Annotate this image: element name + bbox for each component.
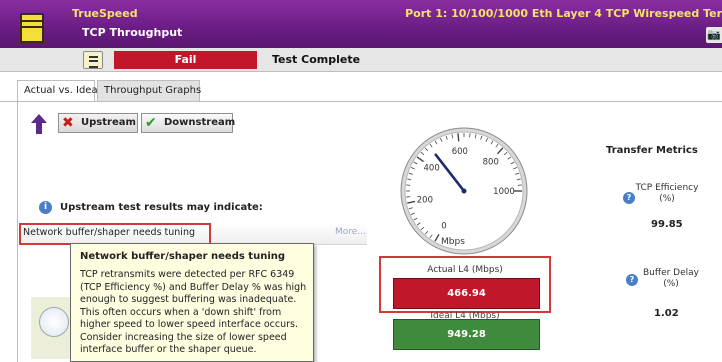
status-bar: Fail Test Complete [0,48,722,72]
gauge-button-icon[interactable] [39,307,69,337]
gauge-unit-label: Mbps [441,237,465,247]
downstream-label: Downstream [164,117,236,128]
result-highlight-box [19,223,211,245]
upstream-button[interactable]: ✖ Upstream [58,113,138,133]
gauge-tick-label: 200 [417,195,433,205]
tab-throughput-graphs[interactable]: Throughput Graphs [97,80,201,102]
gauge-tick [457,133,460,142]
green-check-icon: ✔ [145,115,157,131]
status-message: Test Complete [272,53,361,66]
ideal-l4-value: 949.28 [393,319,540,350]
gauge-tick-label: 400 [424,163,440,173]
gauge-tick-label: 0 [441,222,446,232]
tooltip-title: Network buffer/shaper needs tuning [80,251,286,262]
info-icon: i [39,201,52,214]
more-link[interactable]: More... [335,227,366,237]
gauge-tick-label: 1000 [493,187,515,197]
camera-icon[interactable]: 📷 [706,27,722,43]
tab-actual-vs-ideal[interactable]: Actual vs. Ideal [17,80,100,103]
tooltip-body: TCP retransmits were detected per RFC 63… [80,269,307,355]
up-arrow-icon[interactable] [31,114,47,134]
app-header: TrueSpeed TCP Throughput Port 1: 10/100/… [0,0,722,48]
gauge-tick-label: 600 [452,147,468,157]
tooltip-popup: Network buffer/shaper needs tuning TCP r… [70,243,314,362]
notepad-icon[interactable] [20,13,44,43]
tcp-efficiency-label: TCP Efficiency (%) [635,183,699,204]
result-status-badge: Fail [114,51,257,69]
buffer-delay-label: Buffer Delay (%) [643,268,699,289]
gauge-tick-label: 800 [483,157,499,167]
port-info: Port 1: 10/100/1000 Eth Layer 4 TCP Wire… [405,7,722,20]
report-list-icon[interactable] [83,51,103,69]
upstream-label: Upstream [81,117,136,128]
red-x-icon: ✖ [62,115,74,131]
app-name: TrueSpeed [72,7,138,20]
downstream-button[interactable]: ✔ Downstream [141,113,236,133]
page-subtitle: TCP Throughput [82,26,183,39]
actual-l4-value: 466.94 [393,278,540,309]
analysis-result-row[interactable]: Network buffer/shaper needs tuning More.… [19,223,367,245]
analysis-heading: Upstream test results may indicate: [60,202,263,213]
buffer-delay-value: 1.02 [654,308,679,319]
tcp-efficiency-value: 99.85 [651,219,683,230]
transfer-metrics-title: Transfer Metrics [606,145,698,156]
actual-l4-label: Actual L4 (Mbps) [427,265,503,275]
gauge-hub [461,188,467,194]
